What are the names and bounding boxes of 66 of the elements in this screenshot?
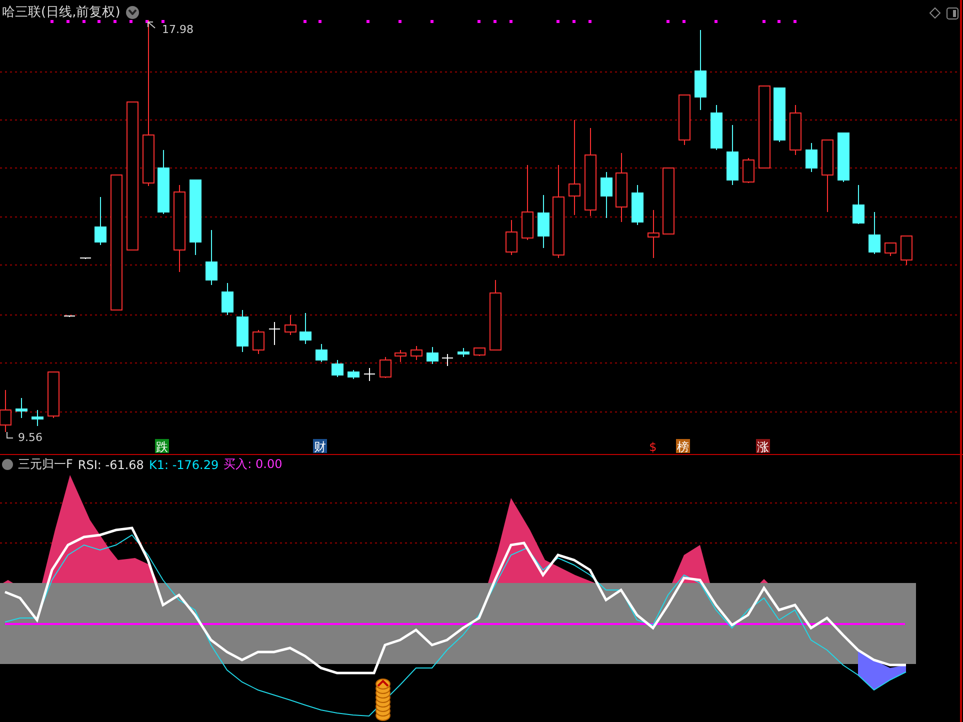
indicator-name: 三元归一F <box>18 456 73 473</box>
event-tag[interactable]: 榜 <box>677 440 689 454</box>
candlestick <box>774 88 786 142</box>
candlestick <box>348 370 360 380</box>
candlestick <box>442 354 454 366</box>
candlestick <box>506 220 518 256</box>
candlestick <box>252 330 264 354</box>
candlestick <box>222 282 234 316</box>
candlestick <box>316 344 328 362</box>
candlestick <box>410 346 422 360</box>
candlestick <box>16 398 28 418</box>
candlestick <box>158 150 170 214</box>
panel-icon[interactable] <box>946 8 958 20</box>
candlestick <box>80 258 92 260</box>
candlestick <box>458 348 470 358</box>
candlestick <box>538 194 550 248</box>
candlestick <box>300 312 312 344</box>
coin-stack-icon <box>376 678 390 721</box>
candlestick <box>678 94 690 146</box>
candlestick <box>94 196 106 246</box>
candlestick <box>900 236 912 266</box>
candlestick <box>394 350 406 362</box>
event-tag[interactable]: 跌 <box>156 440 168 454</box>
candlestick <box>268 322 280 346</box>
candlestick <box>284 314 296 336</box>
diamond-icon[interactable] <box>929 7 941 19</box>
indicator-reading: 买入: 0.00 <box>224 456 282 473</box>
pointer-icon <box>148 22 156 28</box>
pointer-icon <box>6 432 14 438</box>
candlestick <box>742 158 754 184</box>
candlestick <box>852 184 864 224</box>
candlestick <box>364 368 376 382</box>
candlestick <box>474 348 486 356</box>
event-tag[interactable]: 涨 <box>757 440 769 454</box>
candlestick <box>48 372 60 418</box>
candlestick <box>868 212 880 254</box>
chart-title: 哈三联(日线,前复权) <box>2 4 120 21</box>
candlestick <box>32 410 44 426</box>
event-tag[interactable]: 财 <box>314 440 326 454</box>
candlestick <box>616 152 628 222</box>
candlestick <box>332 360 344 378</box>
candlestick <box>726 124 738 186</box>
indicator-reading: K1: -176.29 <box>148 458 219 472</box>
candlestick <box>0 390 12 432</box>
candlestick <box>380 356 392 378</box>
candlestick <box>426 346 438 364</box>
candlestick <box>236 310 248 352</box>
k-area-drawing <box>858 650 906 690</box>
candlestick <box>632 184 644 226</box>
price-label: 9.56 <box>18 431 42 444</box>
price-label: 17.98 <box>162 23 194 36</box>
event-tag[interactable]: $ <box>649 440 657 454</box>
candlestick <box>790 104 802 156</box>
dropdown-icon[interactable] <box>2 459 13 470</box>
candlestick <box>884 242 896 256</box>
indicator-reading: RSI: -61.68 <box>78 458 144 472</box>
candlestick <box>710 104 722 150</box>
candlestick <box>648 210 660 258</box>
candlestick <box>600 172 612 218</box>
candlestick <box>806 142 818 172</box>
candlestick <box>64 316 76 318</box>
candlestick <box>490 280 502 350</box>
dropdown-icon[interactable] <box>126 6 140 18</box>
candlestick <box>206 230 218 286</box>
candlestick <box>662 168 674 234</box>
candlestick <box>838 132 850 182</box>
